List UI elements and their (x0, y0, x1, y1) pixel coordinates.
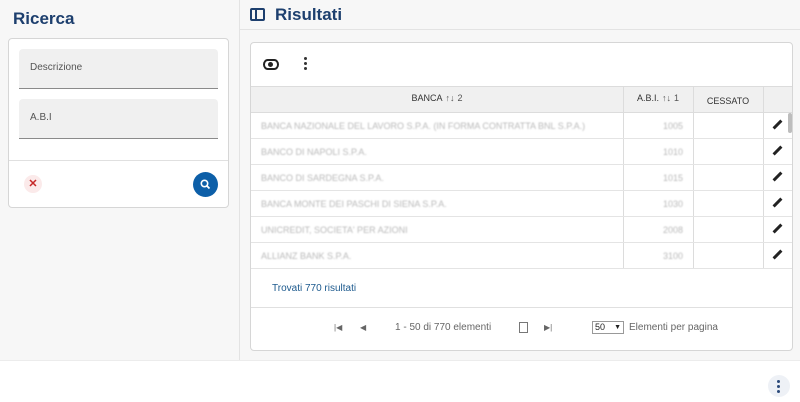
column-divider (763, 191, 764, 216)
results-card: BANCA ↑↓ 2 A.B.I. ↑↓ 1 CESSATO BANCA NAZIONA… (250, 42, 793, 351)
app-layout: Ricerca Descrizione A.B.I ✕ Risultati BA… (0, 0, 800, 360)
cell-banca: UNICREDIT, SOCIETA' PER AZIONI (261, 225, 408, 235)
description-field[interactable]: Descrizione (19, 49, 218, 89)
table-row[interactable]: BANCA NAZIONALE DEL LAVORO S.P.A. (IN FO… (251, 113, 792, 139)
sort-order: 1 (674, 93, 680, 103)
cell-abi: 1015 (662, 173, 683, 183)
column-divider (693, 113, 694, 138)
table-row[interactable]: BANCA MONTE DEI PASCHI DI SIENA S.P.A. 10… (251, 191, 792, 217)
cell-banca: BANCA NAZIONALE DEL LAVORO S.P.A. (IN FO… (261, 121, 586, 131)
page-size-select[interactable]: 50 ▼ (592, 321, 624, 334)
abi-placeholder: A.B.I (30, 112, 52, 123)
edit-icon[interactable] (773, 172, 783, 182)
cell-banca: ALLIANZ BANK S.P.A. (261, 251, 352, 261)
column-label: A.B.I. (636, 93, 659, 103)
footer-divider (0, 360, 800, 361)
column-divider (763, 217, 764, 242)
cell-banca: BANCO DI SARDEGNA S.P.A. (261, 173, 384, 183)
table-row[interactable]: UNICREDIT, SOCIETA' PER AZIONI 2008 (251, 217, 792, 243)
column-label: CESSATO (706, 96, 750, 106)
search-panel: Ricerca Descrizione A.B.I ✕ (0, 0, 240, 360)
column-divider (763, 165, 764, 190)
results-header: Risultati (240, 0, 800, 30)
cell-abi: 1010 (662, 147, 683, 157)
per-page-label: Elementi per pagina (629, 322, 718, 333)
cell-abi: 1005 (662, 121, 683, 131)
edit-icon[interactable] (773, 120, 783, 130)
column-divider (693, 243, 694, 268)
cell-banca: BANCO DI NAPOLI S.P.A. (261, 147, 367, 157)
column-label: BANCA (411, 93, 443, 103)
clear-button[interactable]: ✕ (24, 175, 42, 193)
scrollbar[interactable] (788, 113, 792, 133)
first-page-icon[interactable]: |◀ (334, 323, 342, 332)
column-divider (693, 217, 694, 242)
column-divider (693, 165, 694, 190)
column-header-abi[interactable]: A.B.I. ↑↓ 1 (623, 87, 693, 113)
table-header: BANCA ↑↓ 2 A.B.I. ↑↓ 1 CESSATO (251, 86, 792, 113)
pagination: |◀ ◀ 1 - 50 di 770 elementi ▶| 50 ▼ Eleme… (251, 319, 792, 339)
cell-abi: 1030 (662, 199, 683, 209)
table-row[interactable]: BANCO DI NAPOLI S.P.A. 1010 (251, 139, 792, 165)
sort-icon: ↑↓ (445, 93, 455, 103)
table-row[interactable]: BANCO DI SARDEGNA S.P.A. 1015 (251, 165, 792, 191)
edit-icon[interactable] (773, 198, 783, 208)
column-divider (763, 139, 764, 164)
results-panel: Risultati BANCA↑↓2 A.B.I.↑↓1 CESSATO (240, 0, 800, 360)
sidebar-toggle-icon[interactable] (250, 8, 265, 21)
column-header-banca[interactable]: BANCA ↑↓ 2 (251, 87, 623, 113)
cell-abi: 2008 (662, 225, 683, 235)
abi-field[interactable]: A.B.I (19, 99, 218, 139)
results-title: Risultati (275, 5, 343, 24)
prev-page-icon[interactable]: ◀ (360, 323, 366, 332)
sort-order: 2 (457, 93, 463, 103)
column-divider (763, 87, 764, 112)
next-page-icon[interactable]: ▶| (544, 323, 552, 332)
range-text: 1 - 50 di 770 elementi (395, 322, 492, 333)
sort-icon: ↑↓ (662, 93, 671, 103)
description-placeholder: Descrizione (30, 62, 83, 73)
results-count: Trovati 770 risultati (272, 283, 357, 294)
close-icon: ✕ (28, 178, 38, 190)
edit-icon[interactable] (773, 250, 783, 260)
table-row[interactable]: ALLIANZ BANK S.P.A. 3100 (251, 243, 792, 269)
column-divider (763, 243, 764, 268)
more-vertical-icon[interactable] (768, 375, 790, 397)
search-title: Ricerca (13, 9, 75, 28)
chevron-down-icon: ▼ (614, 324, 621, 331)
table-body: BANCA NAZIONALE DEL LAVORO S.P.A. (IN FO… (251, 113, 792, 269)
more-vertical-icon[interactable] (304, 57, 308, 71)
page-input[interactable] (519, 322, 528, 333)
cell-banca: BANCA MONTE DEI PASCHI DI SIENA S.P.A. (261, 199, 447, 209)
search-card: Descrizione A.B.I ✕ (8, 38, 229, 208)
column-divider (693, 139, 694, 164)
edit-icon[interactable] (773, 146, 783, 156)
eye-icon[interactable] (263, 59, 279, 70)
divider (251, 307, 792, 308)
column-divider (763, 113, 764, 138)
cell-abi: 3100 (662, 251, 683, 261)
column-header-cessato[interactable]: CESSATO (693, 87, 763, 113)
search-button[interactable] (193, 172, 218, 197)
page-size-value: 50 (595, 322, 606, 332)
column-divider (693, 191, 694, 216)
results-table: BANCA ↑↓ 2 A.B.I. ↑↓ 1 CESSATO BANCA NAZIONA… (251, 86, 792, 269)
edit-icon[interactable] (773, 224, 783, 234)
divider (9, 160, 228, 161)
search-icon (200, 179, 211, 190)
